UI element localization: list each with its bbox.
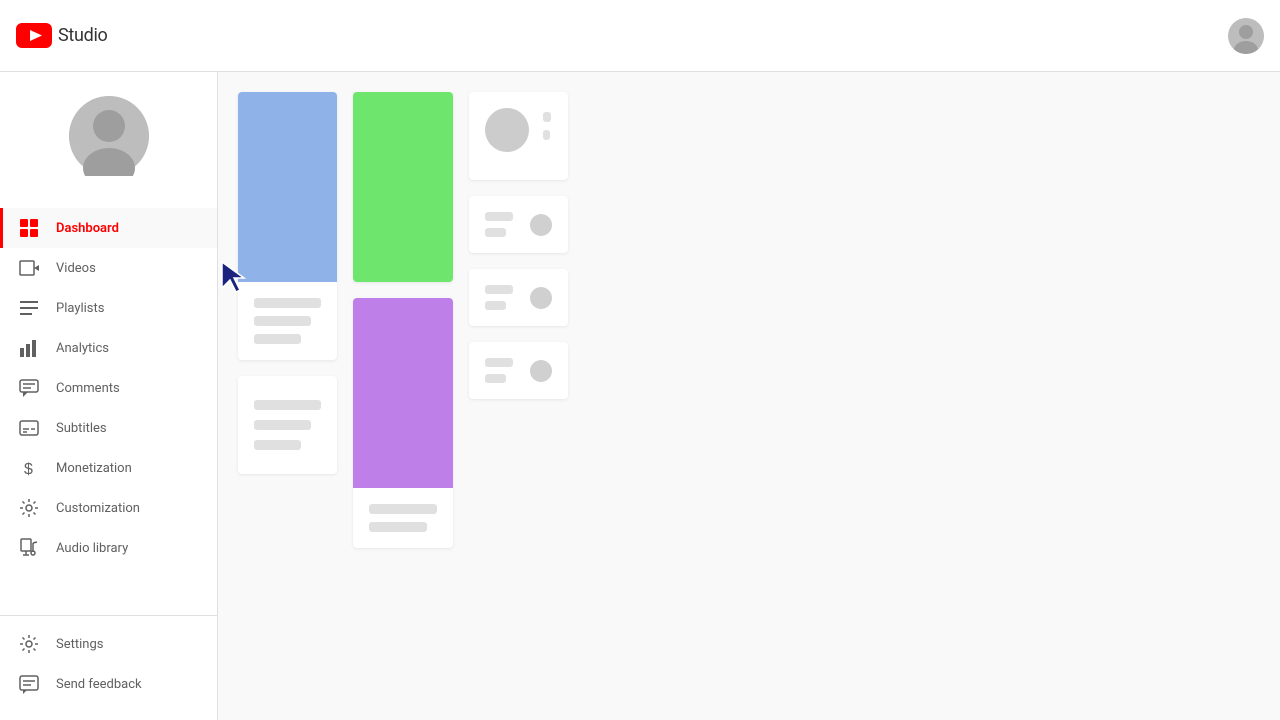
card-4	[238, 376, 337, 474]
sidebar-audio-library-label: Audio library	[56, 541, 128, 556]
sidebar-item-monetization[interactable]: $ Monetization	[0, 448, 217, 488]
avatar-icon	[1228, 18, 1264, 54]
content-area	[218, 72, 1280, 720]
sidebar-item-dashboard[interactable]: Dashboard	[0, 208, 217, 248]
card-2	[353, 92, 452, 282]
sidebar-settings-label: Settings	[56, 637, 103, 652]
card-3-line-1	[369, 504, 436, 514]
column-3	[469, 92, 568, 548]
right-card-avatar	[485, 108, 529, 152]
sidebar-item-send-feedback[interactable]: Send feedback	[0, 664, 217, 704]
main-layout: Dashboard Videos	[0, 72, 1280, 720]
sidebar-bottom: Settings Send feedback	[0, 615, 217, 720]
sidebar-playlists-label: Playlists	[56, 301, 104, 316]
right-card-line-2	[543, 130, 550, 140]
list-item-3-line-2	[485, 374, 506, 383]
card-1-image	[238, 92, 337, 282]
card-1-line-1	[254, 298, 321, 308]
list-card-2	[469, 269, 568, 326]
list-dot-1	[530, 214, 552, 236]
videos-icon	[18, 257, 40, 279]
logo[interactable]: Studio	[16, 23, 108, 48]
column-2	[353, 92, 452, 548]
right-card-line-1	[543, 112, 551, 122]
sidebar-item-customization[interactable]: Customization	[0, 488, 217, 528]
list-item-3	[485, 358, 552, 383]
right-card-top	[469, 92, 568, 180]
sidebar-comments-label: Comments	[56, 381, 120, 396]
channel-avatar-icon	[69, 96, 149, 176]
content-grid	[238, 92, 568, 548]
card-2-image	[353, 92, 452, 282]
sidebar-item-comments[interactable]: Comments	[0, 368, 217, 408]
card-3-lines	[353, 488, 452, 548]
studio-label: Studio	[58, 25, 108, 46]
sidebar-analytics-label: Analytics	[56, 341, 109, 356]
card-4-line-2	[254, 420, 311, 430]
sidebar-customization-label: Customization	[56, 501, 140, 516]
playlists-icon	[18, 297, 40, 319]
sidebar-item-videos[interactable]: Videos	[0, 248, 217, 288]
youtube-icon	[16, 23, 52, 48]
customization-icon	[18, 497, 40, 519]
channel-avatar[interactable]	[69, 96, 149, 176]
subtitles-icon	[18, 417, 40, 439]
list-item-3-lines	[485, 358, 520, 383]
sidebar-profile	[0, 72, 217, 200]
list-dot-2	[530, 287, 552, 309]
list-item-1-line-2	[485, 228, 506, 237]
user-avatar[interactable]	[1228, 18, 1264, 54]
svg-text:$: $	[24, 461, 33, 478]
card-3-image	[353, 298, 452, 488]
card-4-line-3	[254, 440, 301, 450]
card-3-line-2	[369, 522, 426, 532]
list-item-1-lines	[485, 212, 520, 237]
sidebar-dashboard-label: Dashboard	[56, 221, 119, 236]
sidebar: Dashboard Videos	[0, 72, 218, 720]
audio-library-icon	[18, 537, 40, 559]
list-item-2-line-1	[485, 285, 513, 294]
header: Studio	[0, 0, 1280, 72]
list-card-1	[469, 196, 568, 253]
list-item-1	[485, 212, 552, 237]
comments-icon	[18, 377, 40, 399]
right-card-top-lines	[543, 108, 552, 140]
sidebar-feedback-label: Send feedback	[56, 677, 142, 692]
sidebar-monetization-label: Monetization	[56, 461, 132, 476]
sidebar-item-playlists[interactable]: Playlists	[0, 288, 217, 328]
list-card-3	[469, 342, 568, 399]
column-1	[238, 92, 337, 548]
sidebar-item-settings[interactable]: Settings	[0, 624, 217, 664]
sidebar-item-subtitles[interactable]: Subtitles	[0, 408, 217, 448]
analytics-icon	[18, 337, 40, 359]
monetization-icon: $	[18, 457, 40, 479]
list-item-3-line-1	[485, 358, 513, 367]
list-item-2	[485, 285, 552, 310]
feedback-icon	[18, 673, 40, 695]
dashboard-icon	[18, 217, 40, 239]
list-dot-3	[530, 360, 552, 382]
card-3	[353, 298, 452, 548]
list-item-2-lines	[485, 285, 520, 310]
card-1-lines	[238, 282, 337, 360]
card-4-line-1	[254, 400, 321, 410]
sidebar-item-audio-library[interactable]: Audio library	[0, 528, 217, 568]
card-1	[238, 92, 337, 360]
card-1-line-3	[254, 334, 301, 344]
sidebar-item-analytics[interactable]: Analytics	[0, 328, 217, 368]
sidebar-nav: Dashboard Videos	[0, 200, 217, 615]
list-item-2-line-2	[485, 301, 506, 310]
sidebar-videos-label: Videos	[56, 261, 96, 276]
right-card-top-section	[485, 108, 552, 152]
sidebar-subtitles-label: Subtitles	[56, 421, 107, 436]
settings-icon	[18, 633, 40, 655]
card-1-line-2	[254, 316, 311, 326]
list-item-1-line-1	[485, 212, 513, 221]
